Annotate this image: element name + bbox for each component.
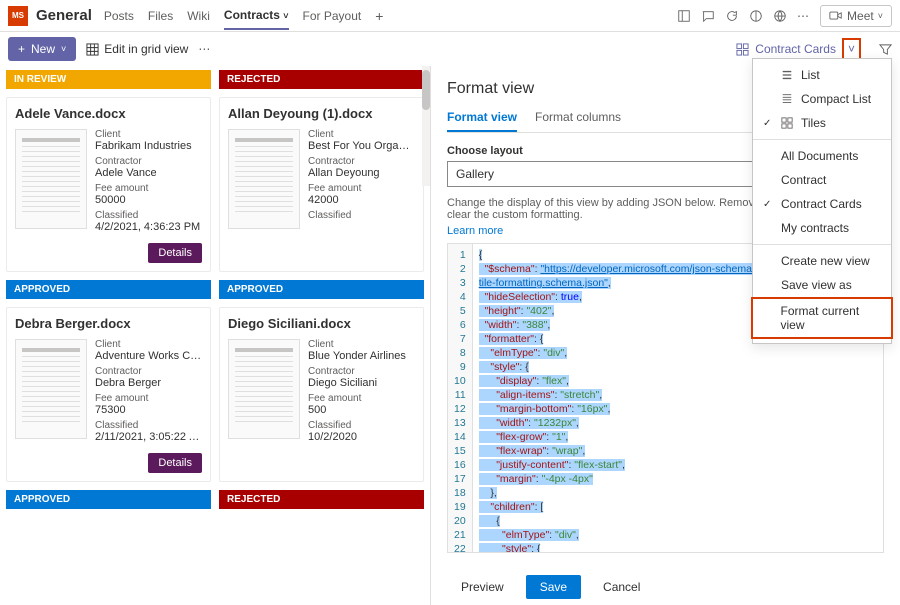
grid-icon xyxy=(86,43,99,56)
contract-card[interactable]: Adele Vance.docx ClientFabrikam Industri… xyxy=(6,97,211,272)
tab-for-payout[interactable]: For Payout xyxy=(303,3,362,29)
view-chevron[interactable]: ˅ xyxy=(842,38,861,60)
filter-icon[interactable] xyxy=(879,43,892,56)
dd-contract[interactable]: Contract xyxy=(753,168,891,192)
doc-thumbnail xyxy=(15,129,87,229)
app-tile: MS xyxy=(8,6,28,26)
dd-format-view[interactable]: Format current view xyxy=(751,297,893,339)
tab-list: Posts Files Wiki Contracts ˅ For Payout … xyxy=(104,2,677,30)
dd-all-documents[interactable]: All Documents xyxy=(753,144,891,168)
scrollbar[interactable] xyxy=(422,66,430,186)
panel-tab-format-view[interactable]: Format view xyxy=(447,110,517,132)
dd-compact-list[interactable]: Compact List xyxy=(753,87,891,111)
col-header-rejected: REJECTED xyxy=(219,490,424,509)
line-gutter: 1234567891011121314151617181920212223242… xyxy=(448,244,473,552)
doc-thumbnail xyxy=(228,339,300,439)
compact-list-icon xyxy=(781,93,793,105)
dd-create-view[interactable]: Create new view xyxy=(753,249,891,273)
tiles-small-icon xyxy=(781,117,793,129)
board: IN REVIEW REJECTED Adele Vance.docx Clie… xyxy=(0,66,430,605)
tab-contracts[interactable]: Contracts ˅ xyxy=(224,2,289,30)
refresh-icon[interactable] xyxy=(725,9,739,23)
card-title: Adele Vance.docx xyxy=(15,106,202,121)
panel-tab-format-columns[interactable]: Format columns xyxy=(535,110,621,132)
expand-icon[interactable] xyxy=(677,9,691,23)
contract-card[interactable]: Diego Siciliani.docx ClientBlue Yonder A… xyxy=(219,307,424,482)
tab-files[interactable]: Files xyxy=(148,3,173,29)
tab-posts[interactable]: Posts xyxy=(104,3,134,29)
dd-my-contracts[interactable]: My contracts xyxy=(753,216,891,240)
cmdbar-more[interactable]: ⋯ xyxy=(198,42,211,56)
view-switcher[interactable]: Contract Cards ˅ xyxy=(736,38,861,60)
edit-in-grid-button[interactable]: Edit in grid view xyxy=(86,42,188,56)
card-title: Diego Siciliani.docx xyxy=(228,316,415,331)
doc-thumbnail xyxy=(228,129,300,229)
col-header-approved: APPROVED xyxy=(6,490,211,509)
new-button[interactable]: + New ˅ xyxy=(8,37,76,61)
view-dropdown: List Compact List ✓Tiles All Documents C… xyxy=(752,58,892,344)
col-header-approved: APPROVED xyxy=(219,280,424,299)
channel-name: General xyxy=(36,7,92,24)
preview-button[interactable]: Preview xyxy=(447,575,518,599)
meet-button[interactable]: Meet ˅ xyxy=(820,5,892,27)
cancel-button[interactable]: Cancel xyxy=(589,575,654,599)
tiles-icon xyxy=(736,43,749,56)
globe-icon[interactable] xyxy=(773,9,787,23)
list-icon xyxy=(781,69,793,81)
col-header-rejected: REJECTED xyxy=(219,70,424,89)
details-button[interactable]: Details xyxy=(148,243,202,263)
card-title: Allan Deyoung (1).docx xyxy=(228,106,415,121)
card-title: Debra Berger.docx xyxy=(15,316,202,331)
col-header-inreview: IN REVIEW xyxy=(6,70,211,89)
dd-contract-cards[interactable]: ✓Contract Cards xyxy=(753,192,891,216)
col-header-approved: APPROVED xyxy=(6,280,211,299)
add-tab-button[interactable]: + xyxy=(375,8,383,24)
dd-tiles[interactable]: ✓Tiles xyxy=(753,111,891,135)
video-icon xyxy=(829,10,843,21)
dd-save-as[interactable]: Save view as xyxy=(753,273,891,297)
doc-thumbnail xyxy=(15,339,87,439)
chat-icon[interactable] xyxy=(701,9,715,23)
contract-card[interactable]: Allan Deyoung (1).docx ClientBest For Yo… xyxy=(219,97,424,272)
more-icon[interactable]: ⋯ xyxy=(797,9,810,23)
save-button[interactable]: Save xyxy=(526,575,581,599)
details-button[interactable]: Details xyxy=(148,453,202,473)
copy-link-icon[interactable] xyxy=(749,9,763,23)
tab-wiki[interactable]: Wiki xyxy=(187,3,210,29)
dd-list[interactable]: List xyxy=(753,63,891,87)
contract-card[interactable]: Debra Berger.docx ClientAdventure Works … xyxy=(6,307,211,482)
